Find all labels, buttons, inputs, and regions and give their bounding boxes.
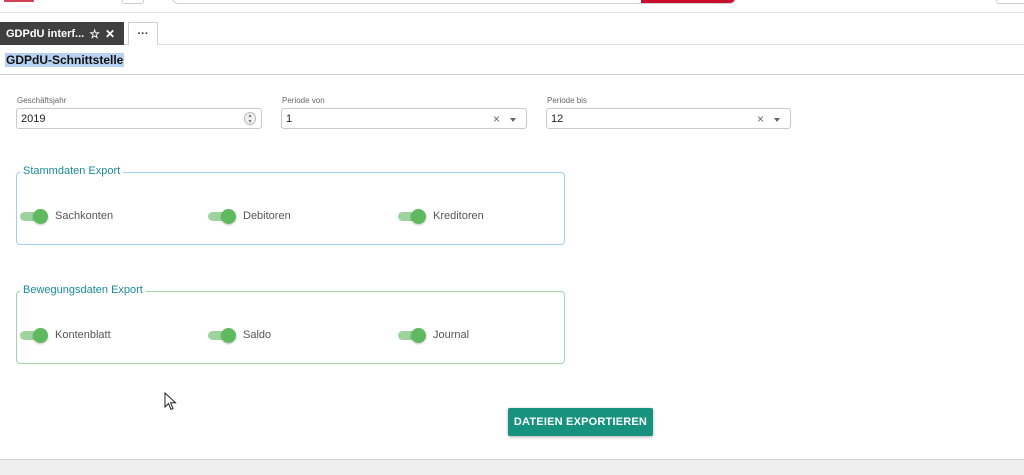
toggle-switch[interactable] — [20, 208, 48, 224]
toggle-label: Journal — [433, 329, 470, 341]
page-title: GDPdU-Schnittstelle — [5, 53, 125, 67]
chevron-down-icon[interactable] — [510, 118, 516, 122]
chevron-down-icon[interactable] — [774, 118, 780, 122]
mouse-cursor-icon — [164, 392, 177, 411]
more-tabs-button[interactable]: ··· — [128, 22, 158, 45]
export-files-button[interactable]: DATEIEN EXPORTIEREN — [508, 408, 653, 436]
tab-label: GDPdU interf... — [6, 27, 85, 40]
period-to-value: 12 — [551, 112, 564, 125]
close-icon[interactable]: ✕ — [105, 28, 115, 40]
period-from-value: 1 — [286, 112, 293, 125]
toggle-label: Kontenblatt — [55, 329, 111, 341]
toggle-saldo[interactable]: Saldo — [208, 327, 272, 343]
footer-bar — [0, 459, 1024, 475]
stammdaten-legend: Stammdaten Export — [20, 165, 124, 177]
toggle-kreditoren[interactable]: Kreditoren — [398, 208, 484, 224]
period-to-select[interactable]: 12 × — [546, 108, 791, 129]
tab-bar: GDPdU interf... ☆ ✕ ··· — [0, 22, 1024, 45]
toggle-debitoren[interactable]: Debitoren — [208, 208, 291, 224]
toggle-switch[interactable] — [208, 208, 236, 224]
stammdaten-export-group: Stammdaten Export Sachkonten Debitoren K… — [16, 165, 565, 245]
toggle-sachkonten[interactable]: Sachkonten — [20, 208, 114, 224]
toggle-switch[interactable] — [398, 327, 426, 343]
toggle-switch[interactable] — [20, 327, 48, 343]
toggle-label: Saldo — [243, 329, 272, 341]
toggle-kontenblatt[interactable]: Kontenblatt — [20, 327, 111, 343]
clear-icon[interactable]: × — [757, 112, 764, 126]
toggle-label: Kreditoren — [433, 210, 484, 222]
period-from-label: Periode von — [282, 96, 325, 105]
toggle-switch[interactable] — [208, 327, 236, 343]
period-from-select[interactable]: 1 × — [281, 108, 527, 129]
year-field[interactable]: 2019 ▴ ▾ — [16, 108, 262, 129]
search-input[interactable] — [172, 0, 736, 4]
year-value: 2019 — [21, 112, 46, 125]
toggle-label: Sachkonten — [55, 210, 114, 222]
toggle-switch[interactable] — [398, 208, 426, 224]
bewegungsdaten-legend: Bewegungsdaten Export — [20, 284, 146, 296]
logo — [4, 0, 34, 2]
star-icon[interactable]: ☆ — [89, 28, 100, 40]
toggle-journal[interactable]: Journal — [398, 327, 470, 343]
spinner-icon[interactable]: ▴ ▾ — [244, 112, 256, 125]
clear-icon[interactable]: × — [493, 112, 500, 126]
year-label: Geschäftsjahr — [17, 96, 67, 105]
top-menu-button[interactable] — [122, 0, 144, 4]
toggle-label: Debitoren — [243, 210, 291, 222]
search-button[interactable] — [641, 0, 735, 3]
top-right-button[interactable] — [996, 0, 1024, 4]
tab-gdpdu[interactable]: GDPdU interf... ☆ ✕ — [0, 22, 124, 45]
page-header: GDPdU-Schnittstelle — [0, 46, 1024, 75]
period-to-label: Periode bis — [547, 96, 588, 105]
top-bar — [0, 0, 1024, 13]
bewegungsdaten-export-group: Bewegungsdaten Export Kontenblatt Saldo … — [16, 284, 565, 364]
